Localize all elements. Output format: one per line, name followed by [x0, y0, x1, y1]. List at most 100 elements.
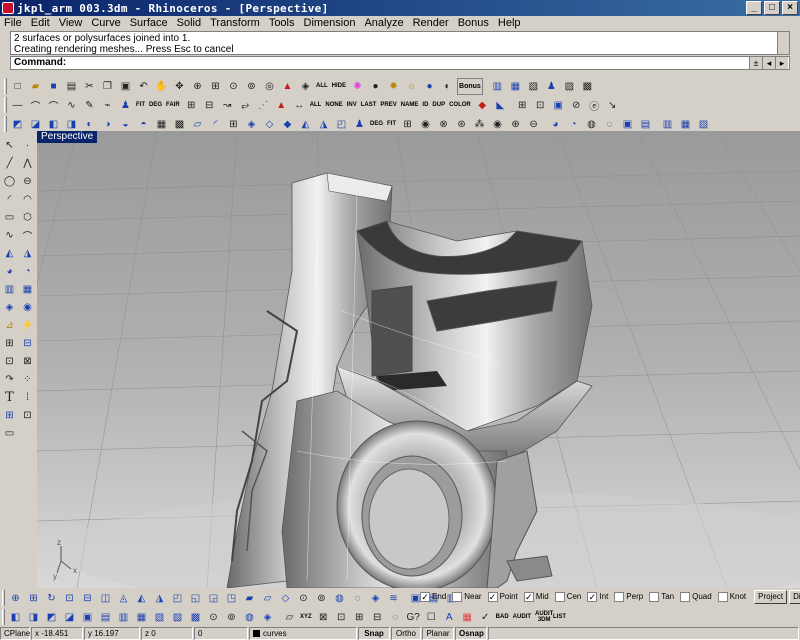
- arc-icon[interactable]: ⌒: [27, 97, 44, 114]
- deg-button[interactable]: DEG: [148, 97, 163, 114]
- none-button[interactable]: NONE: [324, 97, 343, 114]
- light-bulb-icon[interactable]: ✹: [385, 78, 402, 95]
- checkbox-icon[interactable]: [649, 591, 660, 602]
- transform2-icon[interactable]: ⊟: [19, 335, 36, 352]
- cap-icon[interactable]: ▥: [659, 116, 676, 133]
- pan-icon[interactable]: ✋: [153, 78, 170, 95]
- prev-button[interactable]: PREV: [379, 97, 397, 114]
- grid-icon[interactable]: ▦: [153, 116, 170, 133]
- menu-edit[interactable]: Edit: [31, 17, 50, 29]
- osnap-knot-toggle[interactable]: Knot: [717, 591, 746, 602]
- orient-icon[interactable]: ◫: [97, 590, 114, 607]
- silhouette-icon[interactable]: ◍: [331, 590, 348, 607]
- menu-surface[interactable]: Surface: [130, 17, 168, 29]
- current-layer[interactable]: curves: [249, 627, 357, 640]
- spin-left-icon[interactable]: ◂: [762, 57, 775, 69]
- hide-button[interactable]: HIDE: [331, 78, 347, 95]
- menu-render[interactable]: Render: [413, 17, 449, 29]
- analyze-tool-icon[interactable]: ⊞: [1, 407, 18, 424]
- shell-icon[interactable]: ▧: [695, 116, 712, 133]
- cplane-view-icon[interactable]: ⊞: [351, 609, 368, 626]
- menu-file[interactable]: File: [4, 17, 22, 29]
- split-icon[interactable]: ◓: [135, 116, 152, 133]
- spin-up-icon[interactable]: ±: [749, 57, 762, 69]
- make2d-icon[interactable]: ◌: [349, 590, 366, 607]
- group-tool-icon[interactable]: ▣: [79, 609, 96, 626]
- menu-tools[interactable]: Tools: [269, 17, 295, 29]
- boolean-tool2-icon[interactable]: ◉: [19, 299, 36, 316]
- zoom-target-icon[interactable]: ◎: [261, 78, 278, 95]
- solid-sphere-icon[interactable]: ◔: [565, 116, 582, 133]
- toolbar-grip[interactable]: [4, 116, 7, 132]
- isocurve-icon[interactable]: ⊗: [435, 116, 452, 133]
- ungroup-tool-icon[interactable]: ▤: [97, 609, 114, 626]
- person-icon[interactable]: ♟: [543, 78, 560, 95]
- twist-icon[interactable]: ◮: [151, 590, 168, 607]
- arc2-icon[interactable]: ⌒: [45, 97, 62, 114]
- material-icon[interactable]: ◐: [439, 78, 456, 95]
- solid-tool2-icon[interactable]: ◔: [19, 263, 36, 280]
- match-icon[interactable]: ◇: [261, 116, 278, 133]
- bend-icon[interactable]: ◰: [169, 590, 186, 607]
- osnap-tan-toggle[interactable]: Tan: [649, 591, 674, 602]
- command-history[interactable]: 2 surfaces or polysurfaces joined into 1…: [10, 31, 790, 55]
- offset-icon[interactable]: ◈: [243, 116, 260, 133]
- solid-cone-icon[interactable]: ◌: [601, 116, 618, 133]
- rebuild-icon[interactable]: ⊞: [183, 97, 200, 114]
- measure-icon[interactable]: ▨: [561, 78, 578, 95]
- layer-icon[interactable]: ▥: [489, 78, 506, 95]
- osnap-cen-toggle[interactable]: Cen: [554, 591, 581, 602]
- menu-help[interactable]: Help: [498, 17, 521, 29]
- freeform-icon[interactable]: ∿: [1, 227, 18, 244]
- osnap-int-toggle[interactable]: ✓ Int: [587, 591, 608, 602]
- fit-button[interactable]: FIT: [135, 97, 146, 114]
- solid-cylinder-icon[interactable]: ◍: [583, 116, 600, 133]
- color-wheel-icon[interactable]: ✺: [349, 78, 366, 95]
- text-tool-icon[interactable]: T: [1, 389, 18, 406]
- checkbox-icon[interactable]: [680, 591, 691, 602]
- xyz-button[interactable]: XYZ: [299, 609, 313, 626]
- fillet-icon[interactable]: ◜: [207, 116, 224, 133]
- pencil-icon[interactable]: ✎: [81, 97, 98, 114]
- checkbox-icon[interactable]: ✓: [587, 591, 598, 602]
- all-button[interactable]: ALL: [309, 97, 323, 114]
- checkbox-icon[interactable]: ✓: [420, 591, 430, 602]
- insert-knot-icon[interactable]: ▩: [187, 609, 204, 626]
- close-button[interactable]: ×: [782, 1, 798, 15]
- leader-icon[interactable]: ↘: [604, 97, 621, 114]
- zoom-window-icon[interactable]: ⊞: [207, 78, 224, 95]
- contour-icon[interactable]: ⊙: [295, 590, 312, 607]
- smash-icon[interactable]: ▱: [259, 590, 276, 607]
- list-button[interactable]: LIST: [552, 609, 567, 626]
- analyze-surface-icon[interactable]: ♟: [351, 116, 368, 133]
- snap-toggle[interactable]: Snap: [358, 627, 390, 640]
- block-icon[interactable]: ▣: [550, 97, 567, 114]
- toolbar-grip[interactable]: [4, 97, 7, 113]
- object-info-icon[interactable]: ▧: [525, 78, 542, 95]
- section-icon[interactable]: ⊚: [313, 590, 330, 607]
- render-ball-icon[interactable]: ●: [421, 78, 438, 95]
- rainbow-icon[interactable]: ▦: [459, 609, 476, 626]
- arc-tool2-icon[interactable]: ◠: [19, 191, 36, 208]
- array-polar-icon[interactable]: ◬: [115, 590, 132, 607]
- ungroup-icon[interactable]: ⊡: [532, 97, 549, 114]
- history-scrollbar[interactable]: [777, 32, 789, 54]
- zebra-icon[interactable]: ⊕: [507, 116, 524, 133]
- menu-view[interactable]: View: [59, 17, 83, 29]
- taper-icon[interactable]: ◱: [187, 590, 204, 607]
- ortho-toggle[interactable]: Ortho: [391, 627, 421, 640]
- toolbar-grip[interactable]: [2, 609, 5, 625]
- solid-box-icon[interactable]: ◕: [547, 116, 564, 133]
- draft-icon[interactable]: ⊖: [525, 116, 542, 133]
- line-icon[interactable]: —: [9, 97, 26, 114]
- menu-curve[interactable]: Curve: [91, 17, 120, 29]
- perspective-viewport[interactable]: z x y Perspective: [37, 131, 800, 588]
- cplane-icon[interactable]: ▱: [281, 609, 298, 626]
- line-tool-icon[interactable]: ╱: [1, 155, 18, 172]
- osnap-toggle[interactable]: Osnap: [455, 627, 487, 640]
- view-icon[interactable]: ◉: [417, 116, 434, 133]
- command-input[interactable]: [66, 57, 749, 69]
- osnap-end-toggle[interactable]: ✓ End: [420, 591, 446, 602]
- arc-tool-icon[interactable]: ◜: [1, 191, 18, 208]
- point-icon[interactable]: ·: [19, 137, 36, 154]
